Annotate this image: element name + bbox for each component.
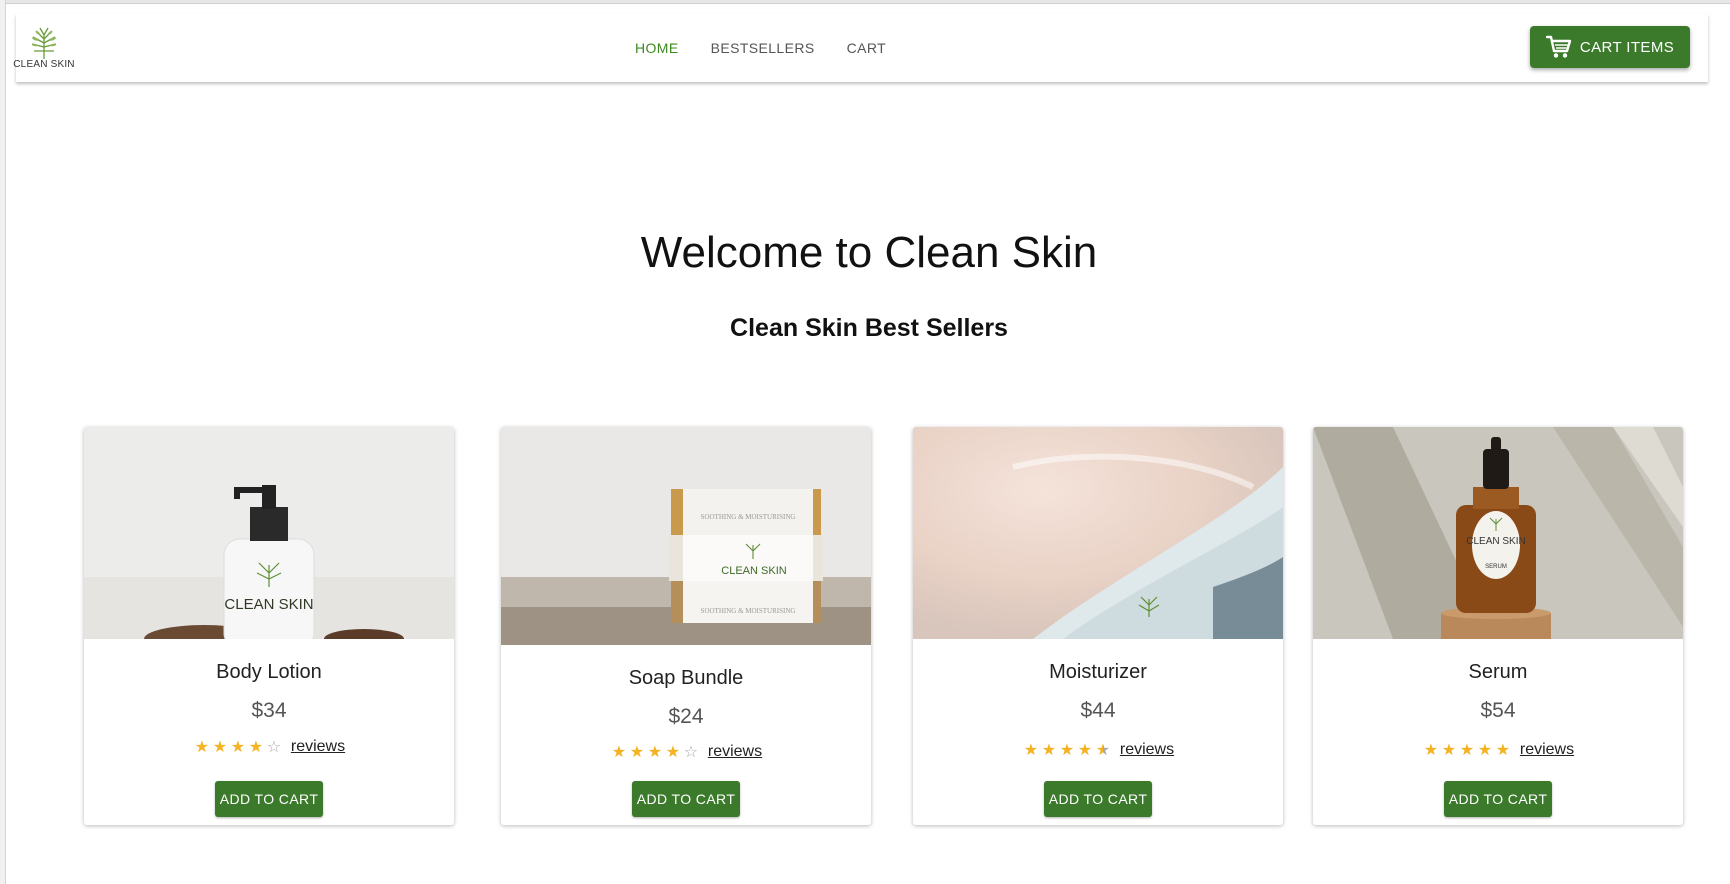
product-name: Body Lotion <box>216 661 322 683</box>
star-icon: ★ <box>212 739 228 756</box>
svg-text:SOOTHING & MOISTURISING: SOOTHING & MOISTURISING <box>701 513 796 521</box>
leaf-logo-icon <box>31 27 57 59</box>
star-rating: ★ ★ ★ ★ ★ <box>1022 740 1112 760</box>
product-name: Serum <box>1468 661 1528 683</box>
reviews-link[interactable]: reviews <box>1520 741 1574 759</box>
product-image-serum[interactable]: CLEAN SKIN SERUM <box>1313 427 1683 639</box>
nav-cart[interactable]: CART <box>847 40 886 56</box>
star-icon: ★ <box>1059 742 1075 759</box>
add-to-cart-button[interactable]: ADD TO CART <box>632 781 740 817</box>
product-card-soap-bundle: SOOTHING & MOISTURISING SOOTHING & MOIST… <box>501 427 871 825</box>
nav-home[interactable]: HOME <box>635 40 679 56</box>
product-name: Soap Bundle <box>628 667 744 689</box>
product-card-serum: CLEAN SKIN SERUM Serum $54 ★ ★ ★ ★ ★ reviews… <box>1313 427 1683 825</box>
section-subtitle: Clean Skin Best Sellers <box>730 314 1008 342</box>
star-icon: ★ <box>629 744 645 761</box>
shopping-cart-icon <box>1545 35 1572 58</box>
star-icon: ★ <box>248 739 264 756</box>
star-icon: ★ <box>1077 742 1093 759</box>
page-title: Welcome to Clean Skin <box>640 228 1098 277</box>
nav-bestsellers[interactable]: BESTSELLERS <box>711 40 815 56</box>
browser-frame-top <box>0 0 1730 4</box>
star-icon: ☆ <box>266 739 282 756</box>
star-icon: ★ <box>1477 742 1493 759</box>
rating-row: ★ ★ ★ ★ ★ reviews <box>1313 740 1683 760</box>
main-nav: HOME BESTSELLERS CART <box>635 40 918 56</box>
star-icon: ★ <box>665 744 681 761</box>
product-price: $44 <box>1080 699 1116 722</box>
svg-text:SOOTHING & MOISTURISING: SOOTHING & MOISTURISING <box>701 607 796 615</box>
star-rating: ★ ★ ★ ★ ☆ <box>610 742 700 762</box>
rating-row: ★ ★ ★ ★ ★ reviews <box>913 740 1283 760</box>
star-icon: ★ <box>230 739 246 756</box>
star-icon: ★ <box>647 744 663 761</box>
star-icon: ★ <box>194 739 210 756</box>
product-price: $54 <box>1480 699 1516 722</box>
cart-items-label: CART ITEMS <box>1579 38 1675 56</box>
rating-row: ★ ★ ★ ★ ☆ reviews <box>84 737 454 757</box>
star-rating: ★ ★ ★ ★ ★ <box>1422 740 1512 760</box>
logo[interactable]: CLEAN SKIN <box>13 25 75 73</box>
image-sublabel: SERUM <box>1485 564 1507 570</box>
image-label: CLEAN SKIN <box>1466 536 1525 547</box>
add-to-cart-button[interactable]: ADD TO CART <box>1444 781 1552 817</box>
rating-row: ★ ★ ★ ★ ☆ reviews <box>501 742 871 762</box>
star-icon: ☆ <box>683 744 699 761</box>
product-image-moisturizer[interactable] <box>913 427 1283 639</box>
star-icon: ★ <box>611 744 627 761</box>
reviews-link[interactable]: reviews <box>1120 741 1174 759</box>
star-icon: ★ <box>1023 742 1039 759</box>
app-bar: CLEAN SKIN HOME BESTSELLERS CART CART IT… <box>13 14 1708 82</box>
star-icon: ★ <box>1041 742 1057 759</box>
product-price: $34 <box>251 699 287 722</box>
reviews-link[interactable]: reviews <box>291 738 345 756</box>
image-label: CLEAN SKIN <box>721 565 786 577</box>
star-rating: ★ ★ ★ ★ ☆ <box>193 737 283 757</box>
star-icon: ★ <box>1495 742 1511 759</box>
browser-frame-left <box>0 0 6 884</box>
star-icon: ★ <box>1441 742 1457 759</box>
image-label: CLEAN SKIN <box>224 596 313 613</box>
add-to-cart-button[interactable]: ADD TO CART <box>215 781 323 817</box>
product-card-moisturizer: Moisturizer $44 ★ ★ ★ ★ ★ reviews ADD TO CAR… <box>913 427 1283 825</box>
product-price: $24 <box>668 705 704 728</box>
star-icon: ★ <box>1423 742 1439 759</box>
cart-items-button[interactable]: CART ITEMS <box>1530 26 1690 68</box>
reviews-link[interactable]: reviews <box>708 743 762 761</box>
product-card-body-lotion: CLEAN SKIN Body Lotion $34 ★ ★ ★ ★ ☆ reviews… <box>84 427 454 825</box>
star-icon: ★ <box>1095 742 1111 759</box>
product-image-body-lotion[interactable]: CLEAN SKIN <box>84 427 454 639</box>
logo-text: CLEAN SKIN <box>13 59 75 70</box>
star-icon: ★ <box>1459 742 1475 759</box>
add-to-cart-button[interactable]: ADD TO CART <box>1044 781 1152 817</box>
product-image-soap-bundle[interactable]: SOOTHING & MOISTURISING SOOTHING & MOIST… <box>501 427 871 645</box>
product-name: Moisturizer <box>1049 661 1147 683</box>
